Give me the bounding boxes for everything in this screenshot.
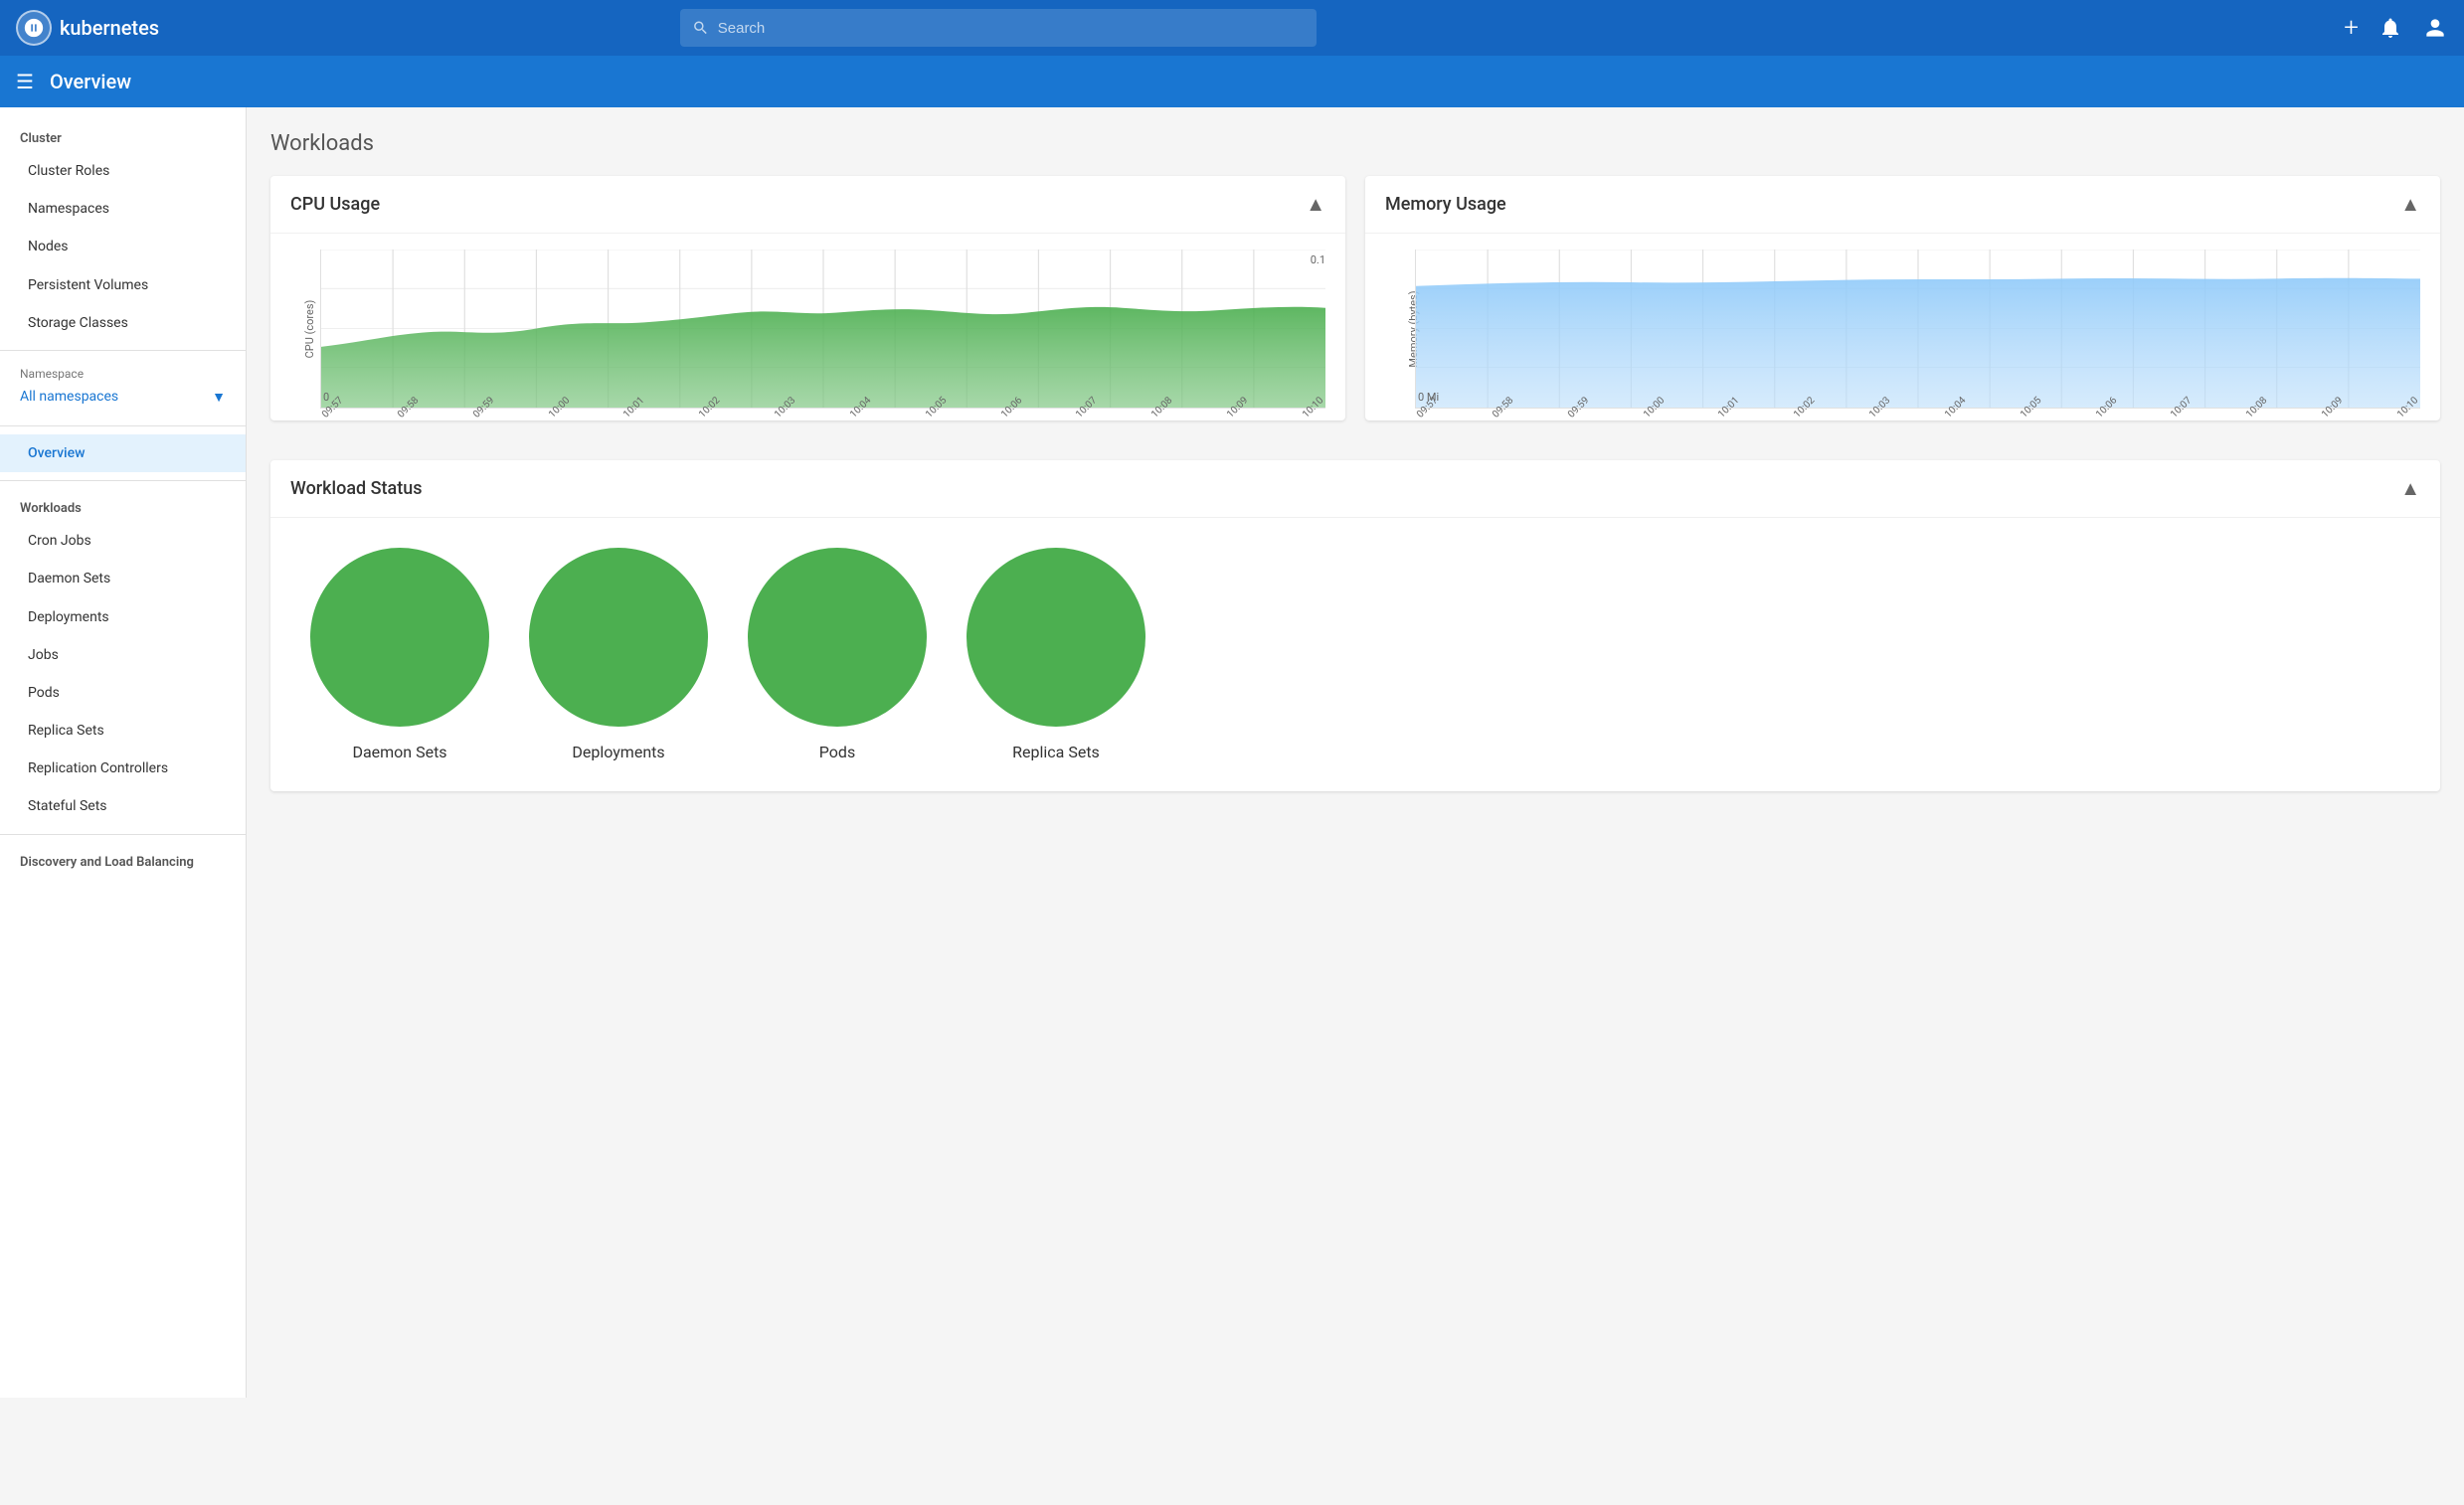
cpu-collapse-button[interactable]: ▲ — [1306, 192, 1325, 217]
cpu-chart-container: CPU (cores) 0.1 0 — [270, 234, 1345, 420]
cpu-y-top: 0.1 — [1311, 253, 1325, 266]
sidebar-item-replication-controllers[interactable]: Replication Controllers — [0, 750, 246, 787]
namespace-section: Namespace All namespaces ▼ — [0, 359, 246, 418]
sidebar-item-overview[interactable]: Overview — [0, 434, 246, 472]
search-input[interactable] — [718, 20, 1306, 37]
cluster-section-title: Cluster — [0, 119, 246, 152]
sidebar-divider-3 — [0, 480, 246, 481]
account-icon — [2422, 15, 2448, 41]
workloads-section-title: Workloads — [0, 489, 246, 522]
namespace-label: Namespace — [20, 367, 226, 381]
cpu-card-title: CPU Usage — [290, 194, 380, 215]
bell-icon — [2378, 16, 2402, 40]
hamburger-button[interactable]: ☰ — [16, 70, 34, 93]
workload-status-grid: Daemon Sets Deployments Pods Replica Set… — [270, 518, 2440, 791]
cpu-y-label: CPU (cores) — [303, 300, 316, 359]
workload-item-replica-sets: Replica Sets — [967, 548, 1145, 761]
sidebar: Cluster Cluster Roles Namespaces Nodes P… — [0, 107, 247, 1398]
namespace-value: All namespaces — [20, 389, 118, 405]
replica-sets-circle — [967, 548, 1145, 727]
daemon-sets-label: Daemon Sets — [352, 743, 446, 761]
workload-status-title: Workload Status — [290, 478, 423, 499]
sidebar-item-cron-jobs[interactable]: Cron Jobs — [0, 522, 246, 560]
page-title: Workloads — [270, 131, 2440, 156]
sidebar-item-pods[interactable]: Pods — [0, 674, 246, 712]
app-name: kubernetes — [60, 16, 159, 40]
workload-item-pods: Pods — [748, 548, 927, 761]
kubernetes-logo-icon — [16, 10, 52, 46]
memory-x-labels: 09:57 09:58 09:59 10:00 10:01 10:02 10:0… — [1415, 413, 2420, 423]
sidebar-item-cluster-roles[interactable]: Cluster Roles — [0, 152, 246, 190]
top-nav: kubernetes + — [0, 0, 2464, 56]
cpu-chart-inner: 0.1 0 — [320, 250, 1325, 409]
cpu-usage-card: CPU Usage ▲ CPU (cores) 0.1 0 — [270, 176, 1345, 420]
search-bar[interactable] — [680, 9, 1317, 47]
chevron-down-icon: ▼ — [212, 389, 226, 406]
memory-chart-area: Memory (bytes) 0 Mi — [1385, 250, 2420, 409]
sidebar-item-persistent-volumes[interactable]: Persistent Volumes — [0, 266, 246, 304]
workload-status-collapse-button[interactable]: ▲ — [2400, 476, 2420, 501]
sidebar-item-jobs[interactable]: Jobs — [0, 636, 246, 674]
cpu-y-bottom: 0 — [323, 391, 329, 404]
logo: kubernetes — [16, 10, 159, 46]
workload-item-deployments: Deployments — [529, 548, 708, 761]
workload-status-card: Workload Status ▲ Daemon Sets Deployment… — [270, 460, 2440, 791]
daemon-sets-circle — [310, 548, 489, 727]
discovery-section-title: Discovery and Load Balancing — [0, 843, 246, 876]
memory-chart-container: Memory (bytes) 0 Mi — [1365, 234, 2440, 420]
memory-collapse-button[interactable]: ▲ — [2400, 192, 2420, 217]
sidebar-item-storage-classes[interactable]: Storage Classes — [0, 304, 246, 342]
memory-card-header: Memory Usage ▲ — [1365, 176, 2440, 234]
memory-chart-inner: 0 Mi — [1415, 250, 2420, 409]
sidebar-item-stateful-sets[interactable]: Stateful Sets — [0, 787, 246, 825]
memory-card-title: Memory Usage — [1385, 194, 1506, 215]
workload-status-header: Workload Status ▲ — [270, 460, 2440, 518]
sidebar-item-nodes[interactable]: Nodes — [0, 228, 246, 265]
sidebar-divider-2 — [0, 425, 246, 426]
replica-sets-label: Replica Sets — [1012, 743, 1100, 761]
cpu-x-labels: 09:57 09:58 09:59 10:00 10:01 10:02 10:0… — [320, 413, 1325, 423]
sidebar-item-namespaces[interactable]: Namespaces — [0, 190, 246, 228]
logo-svg — [23, 17, 45, 39]
account-button[interactable] — [2422, 15, 2448, 41]
memory-chart-svg — [1416, 250, 2420, 408]
sidebar-item-replica-sets[interactable]: Replica Sets — [0, 712, 246, 750]
workload-item-daemon-sets: Daemon Sets — [310, 548, 489, 761]
namespace-select[interactable]: All namespaces ▼ — [20, 385, 226, 410]
sub-header: ☰ Overview — [0, 56, 2464, 107]
sub-header-title: Overview — [50, 70, 131, 93]
deployments-circle — [529, 548, 708, 727]
pods-label: Pods — [819, 743, 855, 761]
notifications-button[interactable] — [2378, 16, 2402, 40]
cpu-chart-area: CPU (cores) 0.1 0 — [290, 250, 1325, 409]
memory-usage-card: Memory Usage ▲ Memory (bytes) 0 Mi — [1365, 176, 2440, 420]
cpu-chart-svg — [321, 250, 1325, 408]
charts-row: CPU Usage ▲ CPU (cores) 0.1 0 — [270, 176, 2440, 440]
add-button[interactable]: + — [2344, 13, 2359, 43]
cpu-card-header: CPU Usage ▲ — [270, 176, 1345, 234]
nav-icons: + — [2344, 13, 2448, 43]
deployments-label: Deployments — [572, 743, 664, 761]
main-content: Workloads CPU Usage ▲ CPU (cores) 0.1 0 — [247, 107, 2464, 1398]
search-icon — [692, 19, 709, 37]
sidebar-item-deployments[interactable]: Deployments — [0, 598, 246, 636]
pods-circle — [748, 548, 927, 727]
sidebar-divider-4 — [0, 834, 246, 835]
sidebar-divider-1 — [0, 350, 246, 351]
sidebar-item-daemon-sets[interactable]: Daemon Sets — [0, 560, 246, 597]
